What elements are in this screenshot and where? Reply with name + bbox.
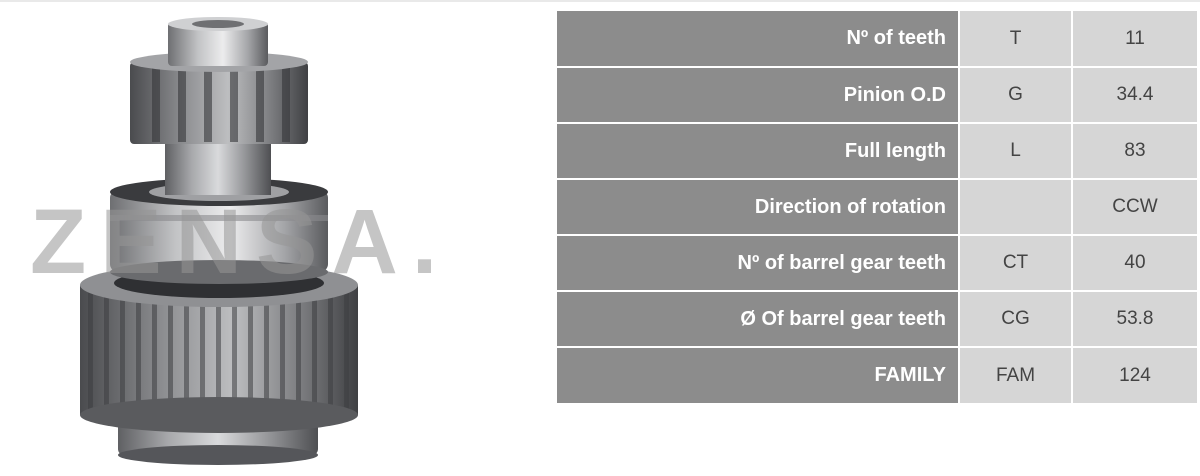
spec-row: Nº of teeth T 11 — [557, 11, 1197, 68]
spec-value: 53.8 — [1071, 290, 1197, 348]
spec-code: FAM — [958, 346, 1073, 403]
spec-value: 40 — [1071, 234, 1197, 292]
spec-code — [958, 178, 1073, 236]
spec-label: Full length — [557, 122, 960, 180]
spec-code: CG — [958, 290, 1073, 348]
spec-value: 34.4 — [1071, 66, 1197, 124]
spec-code: T — [958, 11, 1073, 68]
spec-label: Ø Of barrel gear teeth — [557, 290, 960, 348]
spec-value: 83 — [1071, 122, 1197, 180]
spec-label: Direction of rotation — [557, 178, 960, 236]
spec-row: Nº of barrel gear teeth CT 40 — [557, 234, 1197, 292]
spec-table: Nº of teeth T 11 Pinion O.D G 34.4 Full length… — [557, 11, 1197, 403]
spec-label: Nº of teeth — [557, 11, 960, 68]
spec-value: CCW — [1071, 178, 1197, 236]
spec-row: Pinion O.D G 34.4 — [557, 66, 1197, 124]
spec-label: FAMILY — [557, 346, 960, 403]
spec-code: L — [958, 122, 1073, 180]
barrel-gear — [80, 263, 358, 433]
spec-value: 124 — [1071, 346, 1197, 403]
product-spec-panel: ZENSA. Nº of teeth T 11 Pinion O.D G 34.4 Full… — [0, 0, 1200, 476]
spec-code: CT — [958, 234, 1073, 292]
spec-row: Full length L 83 — [557, 122, 1197, 180]
spec-row: Ø Of barrel gear teeth CG 53.8 — [557, 290, 1197, 348]
spec-label: Pinion O.D — [557, 66, 960, 124]
spec-row: Direction of rotation CCW — [557, 178, 1197, 236]
spec-row: FAMILY FAM 124 — [557, 346, 1197, 403]
spec-value: 11 — [1071, 11, 1197, 68]
spec-code: G — [958, 66, 1073, 124]
spec-label: Nº of barrel gear teeth — [557, 234, 960, 292]
starter-drive-gear-image — [80, 17, 358, 465]
